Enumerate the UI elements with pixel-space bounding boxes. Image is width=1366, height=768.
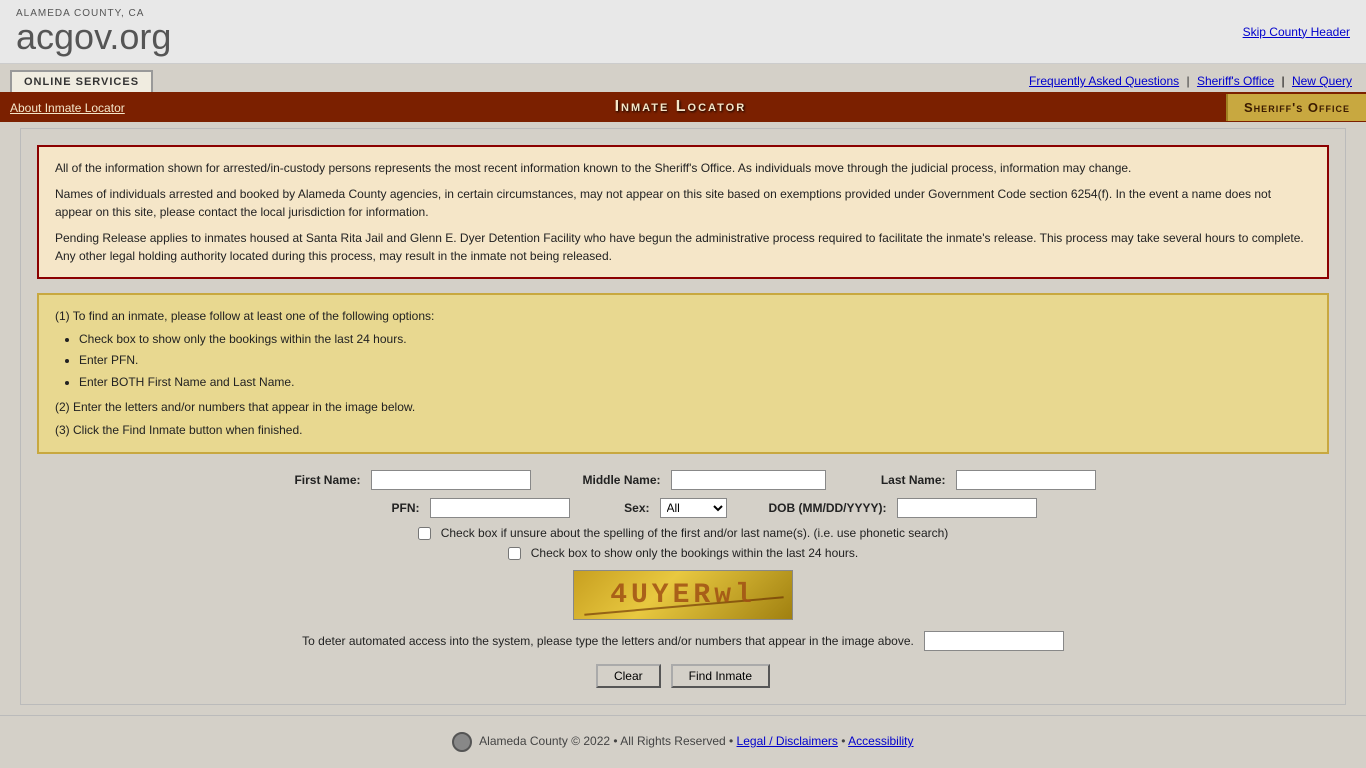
logo-org: .org bbox=[109, 16, 171, 57]
last24-checkbox[interactable] bbox=[508, 547, 521, 560]
county-logo: ALAMEDA COUNTY, CA acgov.org bbox=[16, 8, 171, 55]
instructions-bullets: Check box to show only the bookings with… bbox=[79, 330, 1311, 392]
warning-p3: Pending Release applies to inmates house… bbox=[55, 229, 1311, 265]
last-name-label: Last Name: bbox=[856, 473, 946, 487]
instructions-step2: (2) Enter the letters and/or numbers tha… bbox=[55, 398, 1311, 417]
last-name-input[interactable] bbox=[956, 470, 1096, 490]
dob-label: DOB (MM/DD/YYYY): bbox=[757, 501, 887, 515]
pfn-row: PFN: Sex: All Male Female DOB (MM/DD/YYY… bbox=[47, 498, 1319, 518]
first-name-label: First Name: bbox=[271, 473, 361, 487]
logo-ac: acgov bbox=[16, 16, 109, 57]
last24-checkbox-label[interactable]: Check box to show only the bookings with… bbox=[531, 546, 859, 560]
online-services-tab: ONLINE SERVICES bbox=[10, 70, 153, 92]
county-header: ALAMEDA COUNTY, CA acgov.org Skip County… bbox=[0, 0, 1366, 64]
instructions-step1: (1) To find an inmate, please follow at … bbox=[55, 307, 1311, 326]
first-name-input[interactable] bbox=[371, 470, 531, 490]
new-query-link[interactable]: New Query bbox=[1292, 74, 1352, 88]
title-bar: About Inmate Locator Inmate Locator Sher… bbox=[0, 92, 1366, 122]
sheriffs-office-link[interactable]: Sheriff's Office bbox=[1197, 74, 1274, 88]
about-link-bar: About Inmate Locator bbox=[0, 100, 135, 115]
phonetic-checkbox-row: Check box if unsure about the spelling o… bbox=[47, 526, 1319, 540]
inmate-locator-title: Inmate Locator bbox=[135, 92, 1226, 122]
accessibility-link[interactable]: Accessibility bbox=[848, 734, 913, 748]
instructions-bullet3: Enter BOTH First Name and Last Name. bbox=[79, 373, 1311, 392]
county-logo-text: acgov.org bbox=[16, 19, 171, 55]
pfn-label: PFN: bbox=[330, 501, 420, 515]
warning-p1: All of the information shown for arreste… bbox=[55, 159, 1311, 177]
instructions-bullet1: Check box to show only the bookings with… bbox=[79, 330, 1311, 349]
nav-separator2: | bbox=[1282, 74, 1288, 88]
dob-input[interactable] bbox=[897, 498, 1037, 518]
button-row: Clear Find Inmate bbox=[47, 664, 1319, 688]
sex-label: Sex: bbox=[600, 501, 650, 515]
sheriffs-office-tab: Sheriff's Office bbox=[1226, 94, 1366, 121]
find-inmate-button[interactable]: Find Inmate bbox=[671, 664, 770, 688]
skip-county-header-link[interactable]: Skip County Header bbox=[1243, 25, 1350, 39]
last24-checkbox-row: Check box to show only the bookings with… bbox=[47, 546, 1319, 560]
nav-separator: | bbox=[1186, 74, 1189, 88]
middle-name-input[interactable] bbox=[671, 470, 826, 490]
name-row: First Name: Middle Name: Last Name: bbox=[47, 470, 1319, 490]
form-area: First Name: Middle Name: Last Name: PFN:… bbox=[37, 470, 1329, 688]
pfn-input[interactable] bbox=[430, 498, 570, 518]
clear-button[interactable]: Clear bbox=[596, 664, 661, 688]
nav-bar: ONLINE SERVICES Frequently Asked Questio… bbox=[0, 64, 1366, 92]
legal-disclaimers-link[interactable]: Legal / Disclaimers bbox=[737, 734, 838, 748]
footer: Alameda County © 2022 • All Rights Reser… bbox=[0, 715, 1366, 764]
captcha-text: 4UYERwl bbox=[610, 580, 756, 611]
phonetic-checkbox[interactable] bbox=[418, 527, 431, 540]
captcha-area: 4UYERwl To deter automated access into t… bbox=[47, 570, 1319, 654]
phonetic-checkbox-label[interactable]: Check box if unsure about the spelling o… bbox=[441, 526, 949, 540]
page-container: ALAMEDA COUNTY, CA acgov.org Skip County… bbox=[0, 0, 1366, 764]
captcha-input[interactable] bbox=[924, 631, 1064, 651]
captcha-instruction: To deter automated access into the syste… bbox=[302, 634, 914, 648]
instructions-bullet2: Enter PFN. bbox=[79, 351, 1311, 370]
content-box: All of the information shown for arreste… bbox=[20, 128, 1346, 705]
instructions-step3: (3) Click the Find Inmate button when fi… bbox=[55, 421, 1311, 440]
faq-link[interactable]: Frequently Asked Questions bbox=[1029, 74, 1179, 88]
warning-p2: Names of individuals arrested and booked… bbox=[55, 185, 1311, 221]
instructions-box: (1) To find an inmate, please follow at … bbox=[37, 293, 1329, 454]
footer-icon bbox=[452, 732, 472, 752]
footer-copyright: Alameda County © 2022 • All Rights Reser… bbox=[479, 734, 733, 748]
sex-select[interactable]: All Male Female bbox=[660, 498, 727, 518]
about-inmate-locator-link[interactable]: About Inmate Locator bbox=[10, 101, 125, 115]
warning-box: All of the information shown for arreste… bbox=[37, 145, 1329, 279]
captcha-image: 4UYERwl bbox=[573, 570, 793, 620]
middle-name-label: Middle Name: bbox=[561, 473, 661, 487]
nav-links: Frequently Asked Questions | Sheriff's O… bbox=[1025, 74, 1356, 92]
